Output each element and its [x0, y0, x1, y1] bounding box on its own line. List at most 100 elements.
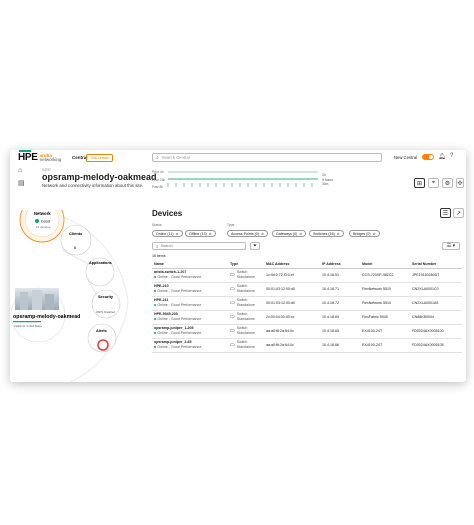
new-central-label: New Central: [394, 155, 418, 160]
filter-icon: ⏷: [252, 243, 257, 249]
switch-icon: ▭: [230, 327, 235, 334]
timeline-track-2[interactable]: [168, 178, 318, 180]
device-mac: aa:a0:f6:2a:64:0c: [264, 324, 320, 339]
security-node[interactable]: Security WIDS Disabled: [91, 289, 121, 319]
applications-title: Applications: [89, 261, 112, 265]
table-row[interactable]: HPE-5945-209 Online - Good Performance ▭ S…: [152, 310, 462, 325]
col-type[interactable]: Type: [228, 260, 264, 269]
clients-title: Clients: [69, 231, 83, 236]
site-card[interactable]: opsramp-melody-oakmead California, Unite…: [10, 287, 80, 343]
device-ip: 10.4.18.66: [320, 338, 360, 353]
network-device-count: 16 devices: [36, 225, 51, 229]
grid-view-button[interactable]: ⊞: [414, 178, 425, 188]
devices-table: Name Type MAC Address IP Address Model S…: [152, 260, 462, 353]
device-ip: 10.4.18.51: [320, 268, 360, 283]
table-header-row: Name Type MAC Address IP Address Model S…: [152, 260, 462, 269]
chip-close-icon: ⊗: [208, 231, 212, 236]
type-chip-gateways[interactable]: Gateways (0) ⊗: [272, 230, 307, 237]
device-model: FlexNetwork 5510: [360, 282, 410, 297]
device-model: EX4100-24T: [360, 324, 410, 339]
table-row[interactable]: opsramp-juniper_1-205 Online - Good Perfo…: [152, 324, 462, 339]
chart-view-button[interactable]: ↗: [453, 208, 464, 218]
device-serial: FD0024AX0005105: [410, 338, 462, 353]
col-name[interactable]: Name: [152, 260, 228, 269]
good-status-icon: [35, 219, 39, 223]
app-window: HPE aruba networking Central Trial Versi…: [10, 150, 466, 382]
chip-close-icon: ⊗: [175, 231, 179, 236]
device-model: CCS-720XP-48ZC2: [360, 268, 410, 283]
search-icon: ⌕: [156, 154, 159, 161]
device-ip: 10.4.18.71: [320, 282, 360, 297]
type-chip-switches[interactable]: Switches (16) ⊗: [309, 230, 344, 237]
device-serial: CN88KB0004: [410, 310, 462, 325]
table-row[interactable]: arista-switch-1-207 Online - Good Perform…: [152, 268, 462, 283]
col-serial[interactable]: Serial Number: [410, 260, 462, 269]
filter-button[interactable]: ⏷: [250, 242, 260, 250]
device-search[interactable]: ⌕: [152, 242, 246, 250]
logo-green-bar: [19, 150, 31, 152]
timeline-ticks[interactable]: [162, 183, 322, 193]
hpe-aruba-logo[interactable]: HPE aruba networking: [18, 150, 61, 163]
switch-icon: ▭: [230, 285, 235, 292]
new-central-toggle[interactable]: [422, 154, 434, 160]
logo-hpe-text: HPE: [18, 152, 38, 163]
alerts-title: Alerts: [96, 329, 107, 333]
device-mac: 1c:4d:0:72:f3:0:ef: [264, 268, 320, 283]
network-status: Good: [41, 219, 50, 223]
status-chip-online[interactable]: Online (11) ⊗: [152, 230, 183, 237]
device-mac: 00:01:03:12:00:d0: [264, 296, 320, 311]
applications-node[interactable]: Applications: [85, 257, 115, 287]
table-row[interactable]: opsramp-juniper_2-65 Online - Good Perfor…: [152, 338, 462, 353]
site-location: California, United States: [14, 324, 43, 328]
switch-icon: ▭: [230, 313, 235, 320]
site-health-radial: Network Good 16 devices Clients 6 Applic…: [10, 210, 129, 382]
chip-close-icon: ⊗: [336, 231, 340, 236]
type-chip-access-points[interactable]: Access Points (0) ⊗: [227, 230, 268, 237]
type-chip-bridges[interactable]: Bridges (0) ⊗: [349, 230, 380, 237]
network-node[interactable]: Network Good 16 devices: [19, 210, 65, 243]
device-ip: 10.4.18.72: [320, 296, 360, 311]
device-serial: JPE19150260DT: [410, 268, 462, 283]
bell-icon[interactable]: 🔔︎: [438, 153, 446, 160]
column-settings-button[interactable]: ☰ ▾: [442, 242, 460, 250]
timeline-end-labels: 3h 9 hours 30m: [322, 173, 333, 186]
site-card-name: opsramp-melody-oakmead: [13, 314, 80, 320]
devices-title: Devices: [152, 209, 183, 218]
page-title: opsramp-melody-oakmead: [42, 172, 157, 182]
security-status: WIDS Disabled: [96, 310, 115, 314]
device-ip: 10.4.18.65: [320, 324, 360, 339]
col-model[interactable]: Model: [360, 260, 410, 269]
global-search[interactable]: ⌕: [152, 153, 382, 162]
switch-icon: ▭: [230, 271, 235, 278]
device-mac: 00:01:03:12:00:d0: [264, 282, 320, 297]
trial-badge: Trial Version: [86, 154, 114, 162]
switch-icon: ▭: [230, 299, 235, 306]
list-view-button[interactable]: ☰: [440, 208, 451, 218]
topology-view-button[interactable]: ⚙︎: [442, 178, 453, 188]
clients-node[interactable]: Clients 6: [60, 224, 92, 256]
table-row[interactable]: HPE-210 Online - Good Performance ▭ Switch…: [152, 282, 462, 297]
chip-close-icon: ⊗: [372, 231, 376, 236]
global-search-input[interactable]: [161, 155, 362, 160]
device-model: FlexNetwork 5510: [360, 296, 410, 311]
col-ip[interactable]: IP Address: [320, 260, 360, 269]
chip-close-icon: ⊗: [260, 231, 264, 236]
device-model: EX4100-24T: [360, 338, 410, 353]
status-chip-offline[interactable]: Offline (13) ⊗: [185, 230, 216, 237]
network-title: Network: [34, 211, 51, 216]
home-icon[interactable]: ⌂: [18, 167, 22, 174]
devices-icon[interactable]: ▤: [18, 179, 25, 187]
device-mac: aa:a0:f6:2a:64:0c: [264, 338, 320, 353]
help-icon[interactable]: ?: [450, 153, 453, 159]
alerts-node[interactable]: Alerts: [87, 323, 117, 353]
chip-close-icon: ⊗: [299, 231, 303, 236]
device-search-input[interactable]: [160, 244, 241, 248]
type-filter-label: Type: [227, 223, 235, 227]
status-filter-label: Status: [152, 223, 162, 227]
col-mac[interactable]: MAC Address: [264, 260, 320, 269]
more-view-button[interactable]: ✣: [456, 178, 464, 188]
location-view-button[interactable]: ⌖: [428, 178, 439, 188]
device-model: FlexFabric 5945: [360, 310, 410, 325]
timeline-track-1[interactable]: [168, 171, 318, 173]
table-row[interactable]: HPE-211 Online - Good Performance ▭ Switch…: [152, 296, 462, 311]
